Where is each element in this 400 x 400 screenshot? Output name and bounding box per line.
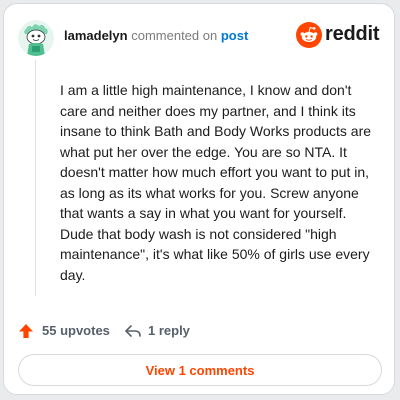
reply-button[interactable]: 1 reply <box>124 320 194 342</box>
avatar[interactable] <box>18 20 54 56</box>
comment-card: lamadelyn commented on post reddit I am … <box>3 3 395 395</box>
reply-arrow-icon <box>125 325 141 337</box>
username-link[interactable]: lamadelyn <box>64 28 128 43</box>
comment-byline: lamadelyn commented on post <box>64 28 248 43</box>
reddit-wordmark: reddit <box>325 23 380 45</box>
reddit-brand[interactable]: reddit <box>296 20 380 50</box>
upvote-count: 55 upvotes <box>42 323 110 338</box>
upvote-button[interactable]: 55 upvotes <box>18 320 110 342</box>
upvote-arrow-icon <box>19 324 33 338</box>
comment-body: I am a little high maintenance, I know a… <box>60 80 374 285</box>
byline-action-text: commented on <box>131 28 218 43</box>
reply-count: 1 reply <box>148 323 190 338</box>
snoo-avatar-icon <box>18 20 54 56</box>
view-comments-button[interactable]: View 1 comments <box>18 354 382 386</box>
thread-line <box>35 60 36 296</box>
comment-header: lamadelyn commented on post reddit <box>18 18 380 56</box>
post-link[interactable]: post <box>221 28 248 43</box>
reddit-logo-icon <box>296 22 322 48</box>
comment-text: I am a little high maintenance, I know a… <box>60 82 372 283</box>
